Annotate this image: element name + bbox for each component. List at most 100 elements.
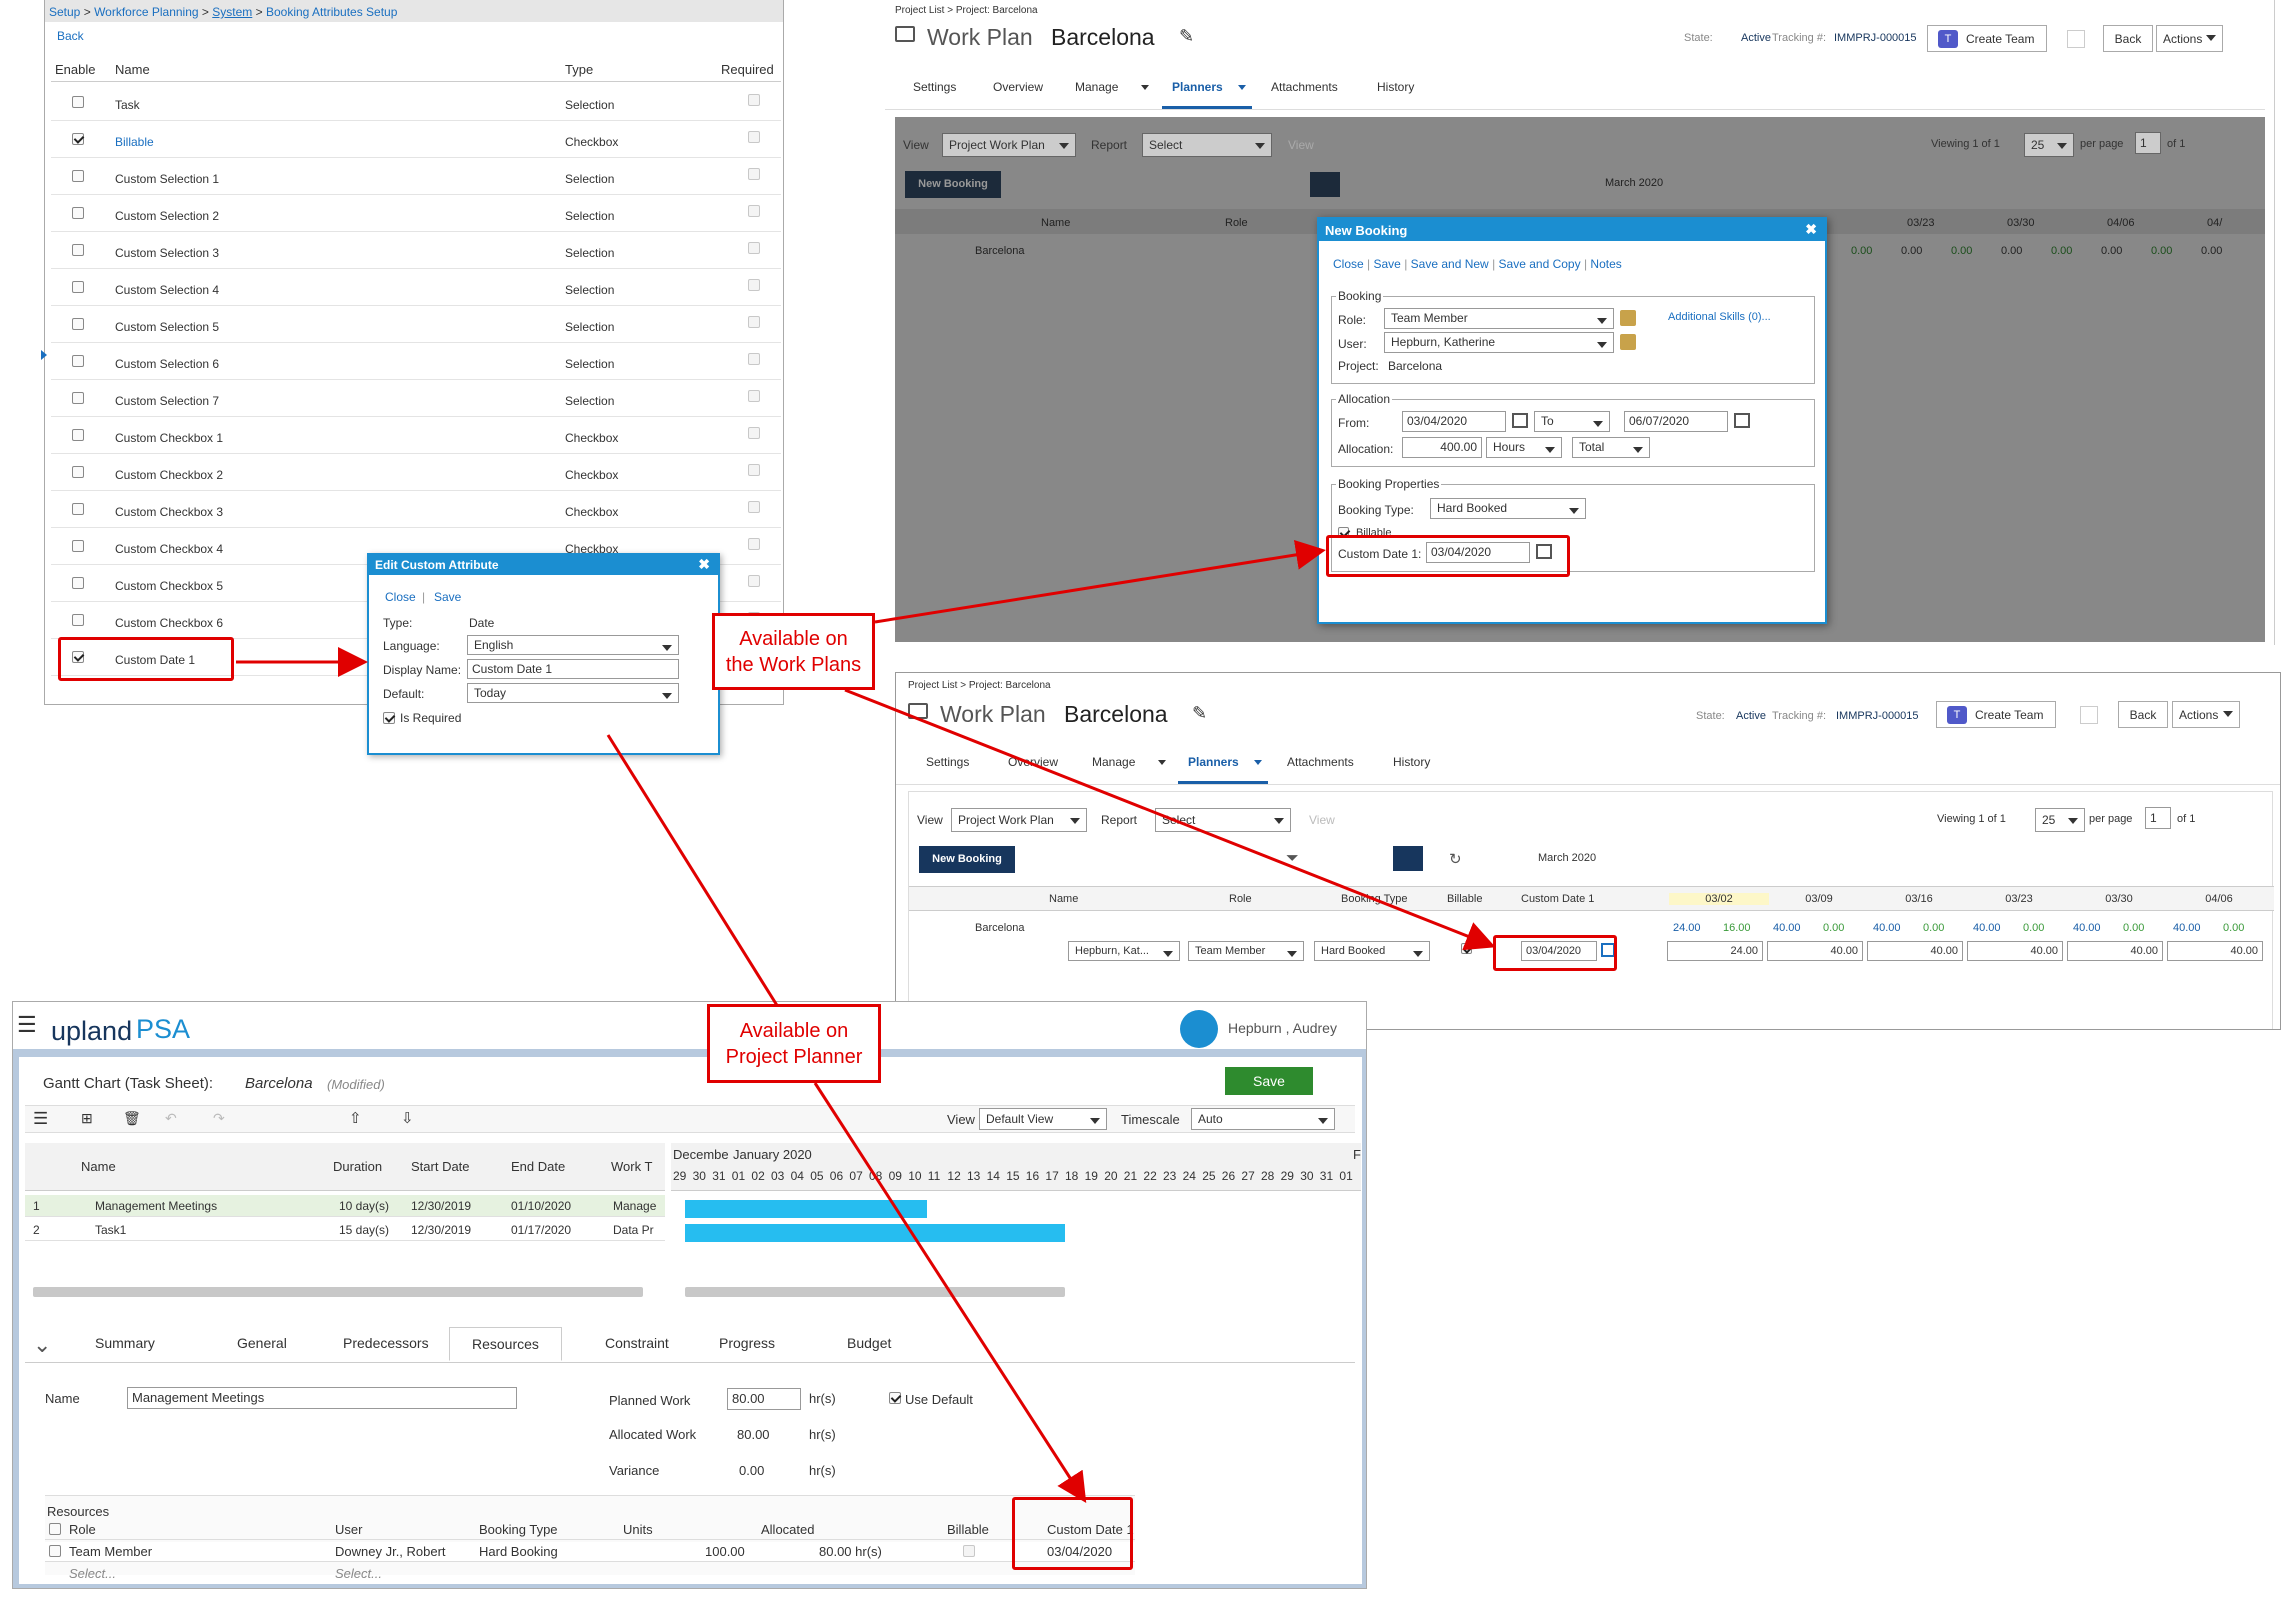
close-link[interactable]: Close	[1333, 257, 1364, 271]
back-button[interactable]: Back	[2103, 25, 2153, 52]
view-button[interactable]: View	[1288, 138, 1314, 152]
breadcrumb-setup[interactable]: Setup	[49, 5, 80, 19]
booking-hours-input[interactable]: 40.00	[2167, 941, 2263, 961]
enable-checkbox[interactable]	[72, 577, 84, 589]
tab-settings[interactable]: Settings	[926, 755, 969, 769]
add-icon[interactable]: ⊞	[81, 1110, 93, 1127]
redo-icon[interactable]: ↷	[213, 1110, 225, 1127]
booking-user-select[interactable]: Hepburn, Kat...	[1068, 941, 1180, 961]
horizontal-scrollbar[interactable]	[685, 1287, 1065, 1297]
close-icon[interactable]: ✖	[698, 556, 710, 573]
new-booking-button[interactable]: New Booking	[919, 846, 1015, 873]
tab-constraint[interactable]: Constraint	[605, 1335, 669, 1351]
delete-icon[interactable]: 🗑	[123, 1110, 141, 1127]
enable-checkbox[interactable]	[72, 429, 84, 441]
row-checkbox[interactable]	[49, 1545, 61, 1557]
back-button[interactable]: Back	[2118, 701, 2168, 728]
new-booking-button[interactable]: New Booking	[905, 171, 1001, 198]
from-date-input[interactable]: 03/04/2020	[1402, 411, 1506, 432]
booking-hours-input[interactable]: 40.00	[2067, 941, 2163, 961]
enable-checkbox[interactable]	[72, 614, 84, 626]
display-name-input[interactable]: Custom Date 1	[467, 659, 679, 679]
horizontal-scrollbar[interactable]	[33, 1287, 643, 1297]
move-up-icon[interactable]: ⇧	[349, 1109, 362, 1127]
report-select[interactable]: Select	[1142, 133, 1272, 157]
attribute-row[interactable]: Custom Checkbox 2 Checkbox	[51, 454, 781, 491]
unit-select[interactable]: Hours	[1486, 437, 1562, 458]
required-checkbox[interactable]	[748, 242, 760, 254]
required-checkbox[interactable]	[748, 94, 760, 106]
required-checkbox[interactable]	[748, 390, 760, 402]
enable-checkbox[interactable]	[72, 355, 84, 367]
task-name-input[interactable]: Management Meetings	[127, 1387, 517, 1409]
breadcrumb-booking-attributes[interactable]: Booking Attributes Setup	[266, 5, 397, 19]
enable-checkbox[interactable]	[72, 170, 84, 182]
enable-checkbox[interactable]	[72, 281, 84, 293]
select-all-checkbox[interactable]	[49, 1523, 61, 1535]
timescale-select[interactable]: Auto	[1191, 1108, 1335, 1130]
planned-work-input[interactable]: 80.00	[727, 1388, 801, 1410]
calendar-icon[interactable]	[1512, 413, 1528, 428]
undo-icon[interactable]: ↶	[165, 1110, 177, 1127]
required-checkbox[interactable]	[748, 205, 760, 217]
allocation-input[interactable]: 400.00	[1402, 437, 1482, 458]
create-team-button[interactable]: T Create Team	[1936, 701, 2056, 728]
enable-checkbox[interactable]	[72, 466, 84, 478]
chevron-down-icon[interactable]: ⌄	[33, 1332, 51, 1358]
booking-role-select[interactable]: Team Member	[1188, 941, 1304, 961]
save-button[interactable]: Save	[1225, 1067, 1313, 1095]
booking-hours-input[interactable]: 40.00	[1767, 941, 1863, 961]
per-page-select[interactable]: 25	[2024, 133, 2074, 157]
attribute-row[interactable]: Custom Checkbox 3 Checkbox	[51, 491, 781, 528]
tab-budget[interactable]: Budget	[847, 1335, 891, 1351]
view-select[interactable]: Project Work Plan	[951, 808, 1087, 832]
booking-hours-input[interactable]: 40.00	[1967, 941, 2063, 961]
required-checkbox[interactable]	[748, 279, 760, 291]
tab-history[interactable]: History	[1377, 80, 1414, 94]
tab-manage[interactable]: Manage	[1075, 80, 1118, 94]
use-default-checkbox[interactable]	[889, 1392, 901, 1404]
page-input[interactable]: 1	[2135, 132, 2161, 154]
actions-dropdown[interactable]: Actions	[2156, 25, 2223, 52]
attribute-row[interactable]: Billable Checkbox	[51, 121, 781, 158]
default-select[interactable]: Today	[467, 683, 679, 703]
total-select[interactable]: Total	[1572, 437, 1650, 458]
list-view-icon[interactable]	[1393, 846, 1423, 871]
save-link[interactable]: Save	[1374, 257, 1401, 271]
tab-settings[interactable]: Settings	[913, 80, 956, 94]
booking-type-select[interactable]: Hard Booked	[1314, 941, 1430, 961]
required-checkbox[interactable]	[748, 353, 760, 365]
select-role-placeholder[interactable]: Select...	[69, 1566, 116, 1581]
edit-pencil-icon[interactable]: ✎	[1179, 26, 1194, 47]
task-row[interactable]: 1 Management Meetings 10 day(s) 12/30/2019 0…	[25, 1195, 665, 1217]
tab-predecessors[interactable]: Predecessors	[343, 1335, 429, 1351]
list-icon[interactable]: ☰	[33, 1109, 48, 1129]
refresh-icon[interactable]: ↻	[1449, 850, 1462, 868]
actions-dropdown[interactable]: Actions	[2172, 701, 2240, 728]
share-icon[interactable]	[2080, 706, 2098, 724]
enable-checkbox[interactable]	[72, 392, 84, 404]
required-checkbox[interactable]	[748, 168, 760, 180]
required-checkbox[interactable]	[748, 575, 760, 587]
save-and-new-link[interactable]: Save and New	[1411, 257, 1489, 271]
enable-checkbox[interactable]	[72, 244, 84, 256]
view-select[interactable]: Default View	[979, 1108, 1107, 1130]
tab-progress[interactable]: Progress	[719, 1335, 775, 1351]
attribute-row[interactable]: Custom Selection 1 Selection	[51, 158, 781, 195]
resource-row[interactable]: Team Member Downey Jr., Robert Hard Book…	[45, 1542, 1135, 1562]
attribute-row[interactable]: Custom Checkbox 1 Checkbox	[51, 417, 781, 454]
view-button[interactable]: View	[1309, 813, 1335, 827]
booking-type-select[interactable]: Hard Booked	[1430, 498, 1586, 519]
tab-overview[interactable]: Overview	[1008, 755, 1058, 769]
breadcrumb-workforce[interactable]: Workforce Planning	[94, 5, 199, 19]
gantt-bar-management-meetings[interactable]	[685, 1200, 927, 1218]
tab-attachments[interactable]: Attachments	[1271, 80, 1338, 94]
tab-planners[interactable]: Planners	[1188, 755, 1239, 769]
close-icon[interactable]: ✖	[1805, 221, 1817, 238]
res-billable-checkbox[interactable]	[963, 1545, 975, 1557]
attribute-row[interactable]: Task Selection	[51, 84, 781, 121]
enable-checkbox[interactable]	[72, 207, 84, 219]
move-down-icon[interactable]: ⇩	[401, 1109, 414, 1127]
per-page-select[interactable]: 25	[2035, 808, 2085, 832]
menu-icon[interactable]: ☰	[17, 1012, 37, 1038]
